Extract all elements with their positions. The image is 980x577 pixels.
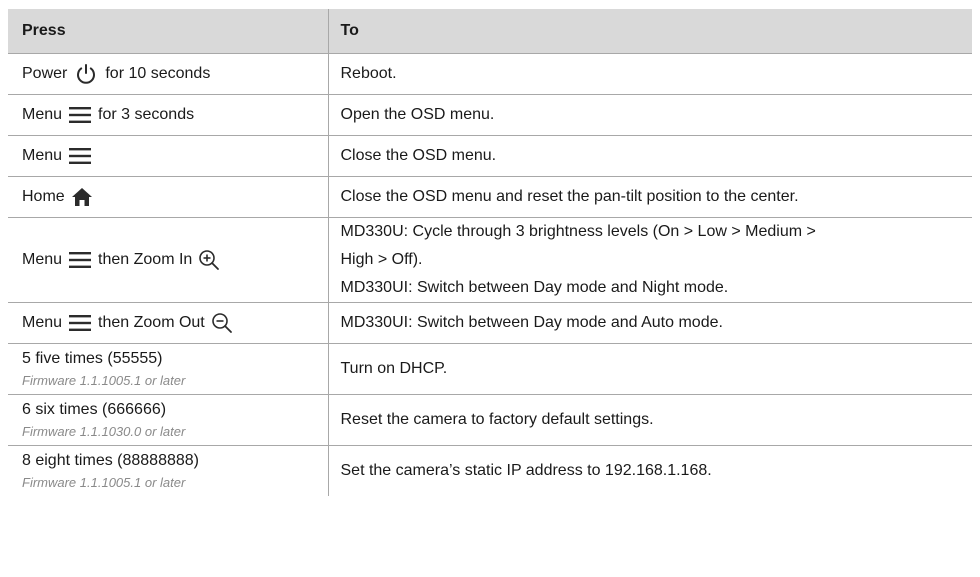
remote-key-table-container: Press To Power for 10 seconds Reboot. Me… (8, 9, 972, 496)
action-text: MD330UI: Switch between Day mode and Aut… (340, 314, 723, 331)
power-icon (73, 61, 99, 87)
action-cell: Reset the camera to factory default sett… (328, 394, 972, 446)
action-cell: Turn on DHCP. (328, 343, 972, 395)
table-row: Home Close the OSD menu and reset the pa… (8, 176, 972, 218)
home-icon (71, 187, 93, 207)
press-label: Menu (22, 106, 63, 123)
press-cell: 6 six times (666666) Firmware 1.1.1030.0… (8, 394, 329, 446)
table-row: Menu Close the OSD menu. (8, 135, 972, 177)
press-label: Menu (22, 314, 63, 331)
press-middle: then Zoom In (98, 251, 193, 268)
header-press: Press (8, 9, 329, 54)
press-cell: 8 eight times (88888888) Firmware 1.1.10… (8, 445, 329, 496)
action-cell: Set the camera’s static IP address to 19… (328, 446, 972, 497)
press-sequence: 5 five times (55555) (22, 350, 163, 367)
table-row: 5 five times (55555) Firmware 1.1.1005.1… (8, 343, 972, 395)
table-row: Menu then Zoom In MD330U: Cycle through … (8, 217, 972, 303)
table-row: 6 six times (666666) Firmware 1.1.1030.0… (8, 394, 972, 446)
action-cell: Close the OSD menu. (328, 135, 972, 177)
action-text-line-3: MD330UI: Switch between Day mode and Nig… (340, 279, 729, 296)
press-sequence: 8 eight times (88888888) (22, 452, 199, 469)
press-label: Home (22, 188, 65, 205)
table-header-row: Press To (8, 9, 972, 54)
table-row: Menu for 3 seconds Open the OSD menu. (8, 94, 972, 136)
menu-icon (68, 251, 92, 269)
table-row: 8 eight times (88888888) Firmware 1.1.10… (8, 445, 972, 497)
menu-icon (68, 147, 92, 165)
action-text: Reset the camera to factory default sett… (340, 411, 654, 428)
press-cell: Menu then Zoom Out (8, 302, 329, 344)
action-text: Close the OSD menu. (340, 147, 497, 164)
press-label: Menu (22, 147, 63, 164)
press-label: Power (22, 65, 68, 82)
press-cell: Home (8, 176, 329, 218)
press-cell: Power for 10 seconds (8, 53, 329, 95)
press-sequence: 6 six times (666666) (22, 401, 167, 418)
zoom-in-icon (198, 249, 220, 271)
press-cell: Menu (8, 135, 329, 177)
action-cell: MD330UI: Switch between Day mode and Aut… (328, 302, 972, 344)
press-suffix: for 3 seconds (98, 106, 195, 123)
action-text-line-1: MD330U: Cycle through 3 brightness level… (340, 223, 816, 240)
menu-icon (68, 106, 92, 124)
press-cell: Menu for 3 seconds (8, 94, 329, 136)
action-text: Turn on DHCP. (340, 360, 448, 377)
table-row: Menu then Zoom Out MD330UI: Switch betwe… (8, 302, 972, 344)
action-cell: Open the OSD menu. (328, 94, 972, 136)
press-cell: 5 five times (55555) Firmware 1.1.1005.1… (8, 343, 329, 395)
action-text: Open the OSD menu. (340, 106, 495, 123)
action-text: Reboot. (340, 65, 397, 82)
action-cell: Reboot. (328, 53, 972, 95)
header-to: To (328, 9, 972, 54)
menu-icon (68, 314, 92, 332)
action-cell: Close the OSD menu and reset the pan-til… (328, 176, 972, 218)
press-label: Menu (22, 251, 63, 268)
remote-key-table: Press To Power for 10 seconds Reboot. Me… (8, 9, 972, 496)
press-suffix: for 10 seconds (105, 65, 211, 82)
press-cell: Menu then Zoom In (8, 217, 329, 303)
firmware-note: Firmware 1.1.1005.1 or later (22, 373, 186, 388)
action-text: Set the camera’s static IP address to 19… (340, 462, 712, 479)
firmware-note: Firmware 1.1.1005.1 or later (22, 475, 186, 490)
zoom-out-icon (211, 312, 233, 334)
press-middle: then Zoom Out (98, 314, 205, 331)
action-text: Close the OSD menu and reset the pan-til… (340, 188, 799, 205)
action-cell: MD330U: Cycle through 3 brightness level… (328, 217, 972, 303)
firmware-note: Firmware 1.1.1030.0 or later (22, 424, 186, 439)
table-row: Power for 10 seconds Reboot. (8, 53, 972, 95)
action-text-line-2: High > Off). (340, 251, 423, 268)
